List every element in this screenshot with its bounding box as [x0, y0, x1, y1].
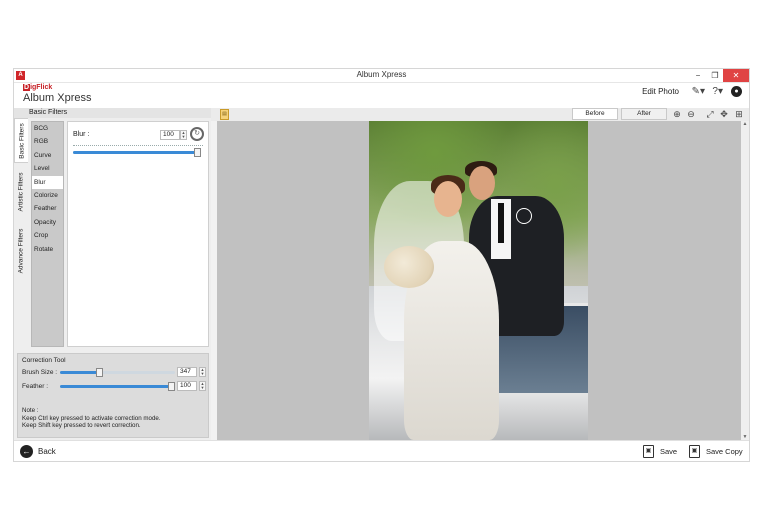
feather-stepper[interactable]: ▲ ▼	[199, 381, 206, 391]
wedding-photo[interactable]	[369, 121, 588, 440]
brush-size-stepper[interactable]: ▲ ▼	[199, 367, 206, 377]
blur-value-input[interactable]: 100	[160, 130, 180, 140]
feather-slider-handle[interactable]	[168, 382, 175, 391]
canvas-scrollbar[interactable]: ▲ ▼	[741, 121, 749, 440]
album-xpress-window: A Album Xpress − ❐ ✕ DigFlick Album Xpre…	[13, 68, 750, 462]
brand-logo: DigFlick	[23, 84, 52, 91]
window-title: Album Xpress	[356, 70, 407, 79]
page-icon[interactable]: ▤	[220, 109, 229, 120]
filter-list: BCG RGB Curve Level Blur Colorize Feather Opaci…	[31, 121, 64, 347]
brush-size-input[interactable]: 347	[177, 367, 197, 377]
help-icon[interactable]: ?▾	[712, 86, 723, 97]
note-heading: Note :	[22, 407, 39, 414]
brush-cursor	[516, 208, 532, 224]
save-icon[interactable]: ▣	[643, 445, 654, 458]
back-arrow-icon[interactable]: ←	[20, 445, 33, 458]
save-copy-button[interactable]: Save Copy	[706, 447, 743, 456]
feather-input[interactable]: 100	[177, 381, 197, 391]
tab-basic-filters[interactable]: Basic Filters	[14, 118, 28, 163]
filter-item-colorize[interactable]: Colorize	[32, 189, 63, 202]
zoom-out-icon[interactable]: ⊖	[685, 108, 697, 120]
user-icon[interactable]: ●	[731, 85, 742, 97]
tab-artistic-filters[interactable]: Artistic Filters	[14, 164, 28, 220]
brush-size-label: Brush Size :	[22, 369, 58, 376]
app-header: DigFlick Album Xpress Edit Photo ✎▾ ?▾ ●	[14, 83, 749, 108]
brush-size-slider-handle[interactable]	[95, 368, 103, 377]
app-name: Album Xpress	[23, 92, 92, 104]
logo-text: igFlick	[30, 84, 53, 91]
brush-size-slider-fill	[60, 371, 100, 374]
filter-item-level[interactable]: Level	[32, 162, 63, 175]
filter-item-rotate[interactable]: Rotate	[32, 243, 63, 256]
scroll-up-icon[interactable]: ▲	[741, 121, 749, 127]
title-bar: A Album Xpress − ❐ ✕	[14, 69, 749, 83]
filter-item-curve[interactable]: Curve	[32, 149, 63, 162]
note-ctrl: Keep Ctrl key pressed to activate correc…	[22, 415, 161, 422]
page-title: Edit Photo	[642, 87, 679, 96]
section-title: Basic Filters	[14, 108, 211, 118]
fit-to-screen-icon[interactable]: ⤢	[704, 108, 716, 120]
save-button[interactable]: Save	[660, 447, 677, 456]
logo-initial: D	[23, 84, 31, 91]
bottom-bar: ← Back ▣ Save ▣ Save Copy	[14, 440, 749, 461]
maximize-button[interactable]: ❐	[708, 69, 722, 82]
tools-icon[interactable]: ✎▾	[692, 86, 705, 97]
correction-tool-panel: Correction Tool Brush Size : 347 ▲ ▼ Feat…	[17, 353, 209, 438]
blur-slider-fill	[73, 151, 201, 154]
divider	[73, 145, 203, 146]
tab-advance-filters[interactable]: Advance Filters	[14, 221, 28, 281]
blur-slider[interactable]	[73, 148, 201, 157]
blur-settings: Blur : 100 ▲ ▼ ↻	[67, 121, 209, 347]
after-button[interactable]: After	[621, 108, 667, 120]
photo-canvas[interactable]	[217, 121, 743, 440]
actual-size-icon[interactable]: ⊞	[733, 108, 745, 120]
feather-slider-fill	[60, 385, 175, 388]
brush-size-slider[interactable]	[60, 368, 175, 377]
filter-item-crop[interactable]: Crop	[32, 229, 63, 242]
reset-icon[interactable]: ↻	[190, 127, 204, 141]
feather-slider[interactable]	[60, 382, 175, 391]
before-button[interactable]: Before	[572, 108, 618, 120]
note-shift: Keep Shift key pressed to revert correct…	[22, 422, 141, 429]
filter-item-rgb[interactable]: RGB	[32, 135, 63, 148]
filter-item-feather[interactable]: Feather	[32, 202, 63, 215]
filter-item-bcg[interactable]: BCG	[32, 122, 63, 135]
filter-panel: Basic Filters Basic Filters Artistic Fil…	[14, 108, 211, 440]
correction-tool-title: Correction Tool	[22, 357, 66, 364]
pan-icon[interactable]: ✥	[718, 108, 730, 120]
blur-label: Blur :	[73, 131, 90, 138]
filter-item-opacity[interactable]: Opacity	[32, 216, 63, 229]
back-button[interactable]: Back	[38, 447, 56, 456]
filter-category-tabs: Basic Filters Artistic Filters Advance F…	[14, 118, 28, 353]
filter-item-blur[interactable]: Blur	[32, 175, 63, 189]
blur-stepper[interactable]: ▲ ▼	[180, 130, 187, 140]
feather-label: Feather :	[22, 383, 49, 390]
minimize-button[interactable]: −	[691, 69, 705, 82]
blur-slider-handle[interactable]	[194, 148, 201, 157]
canvas-toolbar: ▤ Before After ⊕ ⊖ ⤢ ✥ ⊞	[211, 108, 749, 121]
close-button[interactable]: ✕	[723, 69, 749, 82]
zoom-in-icon[interactable]: ⊕	[671, 108, 683, 120]
save-copy-icon[interactable]: ▣	[689, 445, 700, 458]
